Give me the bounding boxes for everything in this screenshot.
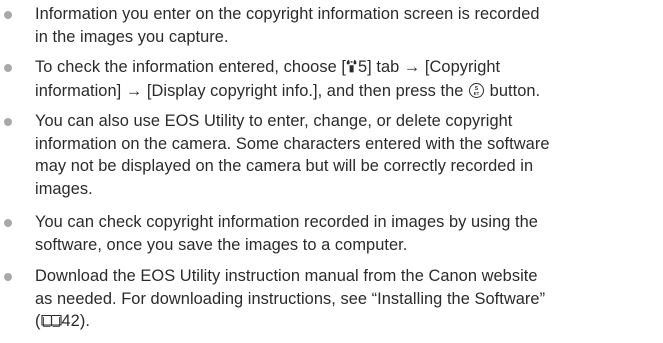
note-text: You can also use EOS Utility to enter, c… [35, 110, 663, 200]
bullet-icon [4, 273, 12, 281]
note-line: Information you enter on the copyright i… [35, 5, 540, 23]
bullet-icon [4, 118, 12, 126]
bullet-icon [4, 64, 12, 72]
note-text: You can check copyright information reco… [35, 211, 663, 256]
book-icon [40, 314, 62, 327]
note-line: You can also use EOS Utility to enter, c… [35, 112, 513, 130]
note-text: Information you enter on the copyright i… [35, 3, 663, 48]
note-line: ). [79, 312, 90, 331]
note-line: in the images you capture. [35, 27, 229, 46]
note-line: You can check copyright information reco… [35, 213, 538, 231]
note-line: software, once you save the images to a … [35, 235, 408, 254]
note-line: may not be displayed on the camera but w… [35, 157, 534, 176]
notes-list: Information you enter on the copyright i… [0, 0, 663, 343]
wrench-icon [346, 57, 358, 80]
set-button-icon: S ET [469, 82, 485, 98]
svg-text:ET: ET [474, 91, 480, 96]
note-line: To check the information entered, choose… [35, 58, 346, 76]
note-line: Download the EOS Utility instruction man… [35, 267, 538, 285]
note-line: information on the camera. Some characte… [35, 134, 550, 153]
bullet-icon [4, 11, 12, 19]
note-line: ] tab → [Copyright [367, 58, 501, 76]
tab-number: 5 [357, 58, 368, 76]
note-text: To check the information entered, choose… [35, 56, 663, 102]
note-text: Download the EOS Utility instruction man… [35, 265, 663, 333]
page-reference[interactable]: 42 [62, 312, 80, 330]
note-line: images. [35, 179, 93, 198]
note-line: as needed. For downloading instructions,… [35, 289, 546, 308]
note-line: button. [485, 81, 541, 100]
bullet-icon [4, 219, 12, 227]
note-line: information] → [Display copyright info.]… [35, 81, 469, 100]
